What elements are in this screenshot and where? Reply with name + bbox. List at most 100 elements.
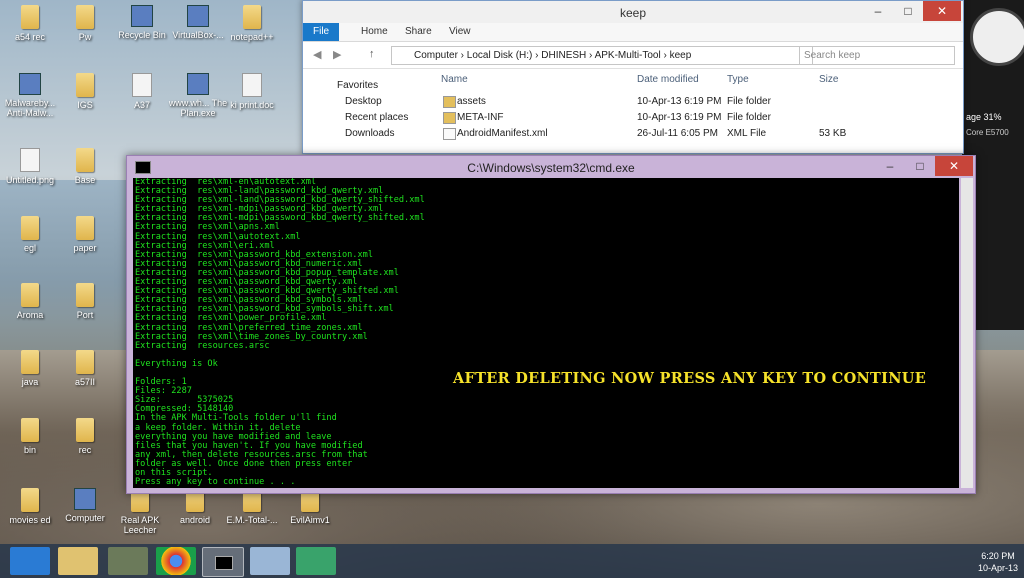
tab-home[interactable]: Home [351, 23, 398, 41]
console-line: Press any key to continue . . . [135, 477, 296, 488]
desktop-icon-label: a57II [74, 377, 96, 387]
desktop-icon[interactable]: a54 rec [0, 5, 60, 42]
tab-file[interactable]: File [303, 23, 340, 41]
nav-favorites[interactable]: Favorites [337, 80, 378, 91]
forward-icon[interactable]: ▶ [333, 48, 341, 61]
minimize-button[interactable]: – [865, 1, 891, 21]
up-icon[interactable]: ↑ [369, 48, 375, 60]
desktop-icon-label: rec [78, 445, 92, 455]
cmd-window: C:\Windows\system32\cmd.exe – □ ✕ Extrac… [126, 155, 976, 494]
desktop-icon-label: movies ed [9, 515, 51, 525]
file-name: AndroidManifest.xml [457, 128, 548, 139]
explorer-titlebar[interactable]: keep – □ ✕ [303, 1, 963, 23]
app-icon [19, 73, 41, 95]
cmd-maximize-button[interactable]: □ [907, 156, 933, 176]
folder-icon [76, 5, 94, 29]
file-row[interactable]: AndroidManifest.xml 26-Jul-11 6:05 PM XML … [441, 127, 951, 142]
desktop-icon[interactable]: VirtualBox-... [168, 5, 228, 40]
folder-icon [76, 283, 94, 307]
desktop-icon-label: Untitled.png [5, 175, 55, 185]
desktop-icon-label: A37 [133, 100, 150, 110]
desktop-icon-label: egl [23, 243, 36, 253]
ribbon: File Home Share View [303, 23, 963, 42]
file-row[interactable]: META-INF 10-Apr-13 6:19 PM File folder [441, 111, 951, 126]
game-taskbar-icon[interactable] [108, 547, 148, 575]
desktop-icon[interactable]: java [0, 350, 60, 387]
time-label: 6:20 PM [981, 551, 1015, 561]
address-bar-row: ◀ ▶ ↑ Computer › Local Disk (H:) › DHINE… [303, 42, 963, 69]
file-row[interactable]: assets 10-Apr-13 6:19 PM File folder [441, 95, 951, 110]
file-date: 26-Jul-11 6:05 PM [637, 128, 718, 139]
folder-icon [243, 5, 261, 29]
col-size[interactable]: Size [819, 74, 838, 85]
file-explorer-taskbar-icon[interactable] [58, 547, 98, 575]
ie-icon[interactable] [10, 547, 50, 575]
cmd-close-button[interactable]: ✕ [935, 156, 973, 176]
navigation-pane: Favorites Desktop Recent places Download… [303, 68, 433, 153]
address-bar[interactable]: Computer › Local Disk (H:) › DHINESH › A… [391, 46, 813, 65]
folder-icon [76, 216, 94, 240]
desktop-icon[interactable]: Base [55, 148, 115, 185]
desktop-icon[interactable]: Computer [55, 488, 115, 523]
tab-share[interactable]: Share [395, 23, 442, 41]
desktop-icon[interactable]: a57II [55, 350, 115, 387]
cmd-titlebar[interactable]: C:\Windows\system32\cmd.exe – □ ✕ [127, 156, 975, 178]
desktop-icon[interactable]: Port [55, 283, 115, 320]
desktop-icon-label: Malwareby... Anti-Malw... [4, 98, 56, 118]
desktop-icon[interactable]: paper [55, 216, 115, 253]
app-icon [74, 488, 96, 510]
desktop-icon[interactable]: Untitled.png [0, 148, 60, 185]
folder-icon [443, 96, 456, 108]
desktop-icon-label: java [21, 377, 39, 387]
desktop-icon[interactable]: IGS [55, 73, 115, 110]
col-date[interactable]: Date modified [637, 74, 699, 85]
desktop-icon[interactable]: bin [0, 418, 60, 455]
console-line: Everything is Ok [135, 358, 218, 369]
file-icon [20, 148, 40, 172]
search-input[interactable]: Search keep [799, 46, 955, 65]
desktop-icon[interactable]: Aroma [0, 283, 60, 320]
desktop-icon[interactable]: Pw [55, 5, 115, 42]
nav-downloads[interactable]: Downloads [345, 128, 394, 139]
file-date: 10-Apr-13 6:19 PM [637, 112, 722, 123]
desktop-icon[interactable]: notepad++ [222, 5, 282, 42]
desktop-icon[interactable]: Real APK Leecher [110, 488, 170, 535]
console-output[interactable]: Extracting res\xml-en\autotext.xml Extrac… [133, 178, 959, 488]
cmd-minimize-button[interactable]: – [877, 156, 903, 176]
desktop-icon[interactable]: ki print.doc [222, 73, 282, 110]
folder-icon [443, 112, 456, 124]
system-clock[interactable]: 6:20 PM 10-Apr-13 [978, 550, 1018, 574]
close-button[interactable]: ✕ [923, 1, 961, 21]
desktop-icon[interactable]: Malwareby... Anti-Malw... [0, 73, 60, 118]
cmd-taskbar-button[interactable] [202, 547, 244, 577]
col-name[interactable]: Name [441, 74, 468, 85]
maximize-button[interactable]: □ [895, 1, 921, 21]
desktop-icon-label: E.M.-Total-... [226, 515, 278, 525]
cpu-usage-label: age 31% [966, 112, 1002, 122]
desktop-icon-label: www.wh... The Plan.exe [168, 98, 228, 118]
desktop-icon[interactable]: rec [55, 418, 115, 455]
file-type: File folder [727, 96, 771, 107]
desktop-icon-label: Real APK Leecher [120, 515, 160, 535]
desktop-icon-label: Base [74, 175, 96, 185]
app-icon [187, 5, 209, 27]
desktop-icon[interactable]: www.wh... The Plan.exe [168, 73, 228, 118]
desktop-icon[interactable]: movies ed [0, 488, 60, 525]
back-icon[interactable]: ◀ [313, 48, 321, 61]
chrome-icon[interactable] [156, 547, 196, 575]
tab-view[interactable]: View [439, 23, 481, 41]
desktop-icon[interactable]: Recycle Bin [112, 5, 172, 40]
nav-recent-places[interactable]: Recent places [345, 112, 408, 123]
download-manager-icon[interactable] [296, 547, 336, 575]
overlay-caption: AFTER DELETING NOW PRESS ANY KEY TO CONT… [453, 370, 927, 387]
nav-desktop[interactable]: Desktop [345, 96, 382, 107]
desktop-icon[interactable]: egl [0, 216, 60, 253]
desktop-icon[interactable]: A37 [112, 73, 172, 110]
desktop-icon-label: EvilAimv1 [290, 515, 330, 525]
desktop-icon-label: Computer [65, 513, 105, 523]
folder-icon [21, 283, 39, 307]
col-type[interactable]: Type [727, 74, 749, 85]
scrollbar[interactable] [961, 178, 973, 488]
desktop-icon-label: ki print.doc [230, 100, 274, 110]
paint-taskbar-icon[interactable] [250, 547, 290, 575]
